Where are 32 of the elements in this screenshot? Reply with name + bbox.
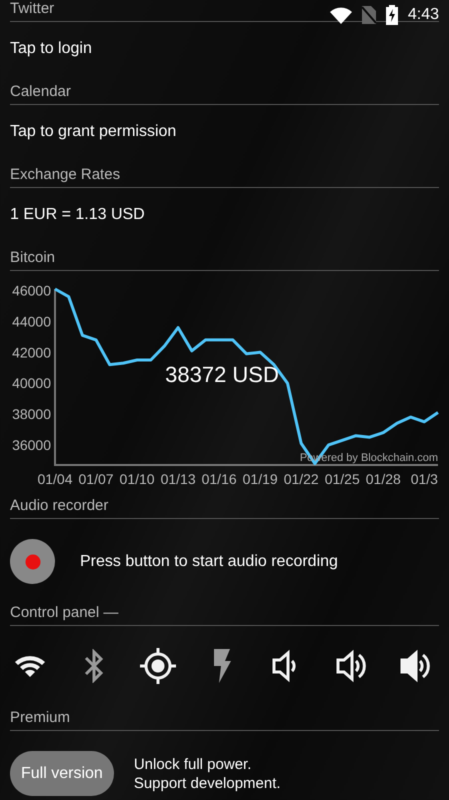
- axis-label: 01/04: [37, 471, 73, 487]
- axis-label: 01/22: [284, 471, 319, 487]
- axis-label: 01/10: [120, 471, 155, 487]
- setting-value[interactable]: Tap to login: [0, 22, 449, 75]
- setting-value[interactable]: 1 EUR = 1.13 USD: [0, 188, 449, 241]
- setting-value[interactable]: Tap to grant permission: [0, 105, 449, 158]
- axis-label: 01/13: [160, 471, 196, 487]
- section-title: Control panel —: [10, 604, 118, 621]
- section-title: Audio recorder: [10, 497, 108, 514]
- full-version-button[interactable]: Full version: [10, 751, 114, 796]
- axis-label: 01/28: [366, 471, 401, 487]
- premium-text: Support development.: [134, 774, 281, 792]
- section-title: Bitcoin: [10, 249, 56, 266]
- section-title: Exchange Rates: [10, 166, 120, 183]
- current-price: 38372 USD: [165, 362, 279, 387]
- section-title: Calendar: [10, 83, 71, 100]
- axis-label: 01/19: [242, 471, 278, 487]
- axis-label: 46000: [12, 282, 51, 299]
- section-title: Twitter: [10, 0, 54, 17]
- recorder-hint: Press button to start audio recording: [80, 552, 338, 570]
- axis-label: 44000: [12, 313, 51, 330]
- clock-time: 4:43: [408, 6, 439, 24]
- axis-label: 01/16: [202, 471, 237, 487]
- axis-label: 01/07: [78, 471, 114, 487]
- premium-text: Unlock full power.: [134, 754, 252, 774]
- axis-label: 42000: [12, 344, 51, 360]
- axis-label: 40000: [12, 375, 51, 392]
- axis-label: 36000: [12, 436, 51, 453]
- axis-label: 01/25: [324, 471, 360, 487]
- axis-label: 38000: [12, 406, 51, 422]
- axis-label: 01/3: [410, 471, 438, 487]
- section-title: Premium: [10, 709, 70, 726]
